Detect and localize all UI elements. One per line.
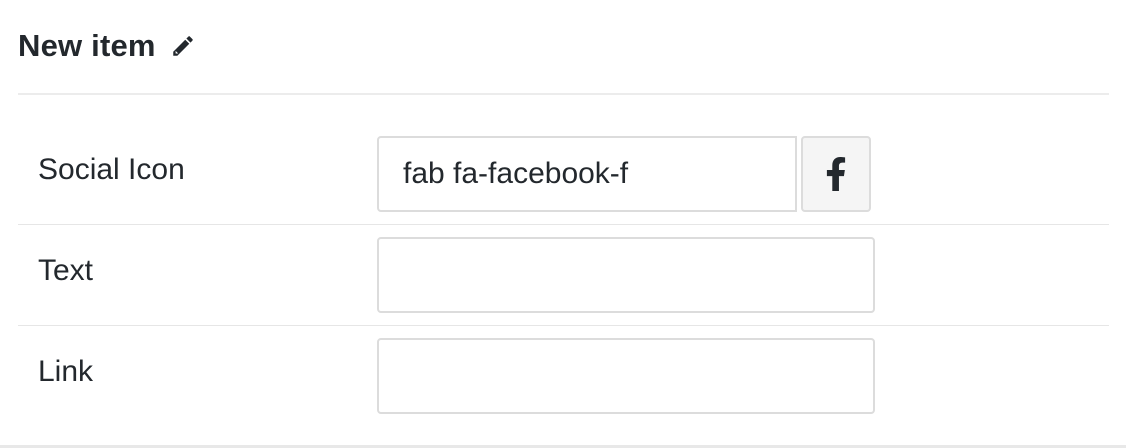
item-title: New item [18,28,156,63]
item-header: New item [18,26,198,66]
link-input[interactable] [377,338,875,414]
text-input[interactable] [377,237,875,313]
row-divider [18,325,1109,326]
header-divider [18,93,1109,95]
facebook-f-icon [826,157,846,191]
item-editor-panel: New item Social Icon Text Link [0,0,1126,448]
social-icon-input[interactable] [377,136,797,212]
pencil-icon [172,36,193,56]
edit-title-button[interactable] [168,31,198,61]
text-label: Text [38,254,94,287]
social-icon-row: Social Icon [18,125,1109,225]
social-icon-preview-button[interactable] [801,136,871,212]
text-row: Text [18,226,1109,326]
row-divider [18,224,1109,225]
link-label: Link [38,355,94,388]
link-row: Link [18,327,1109,427]
social-icon-label: Social Icon [38,153,185,186]
